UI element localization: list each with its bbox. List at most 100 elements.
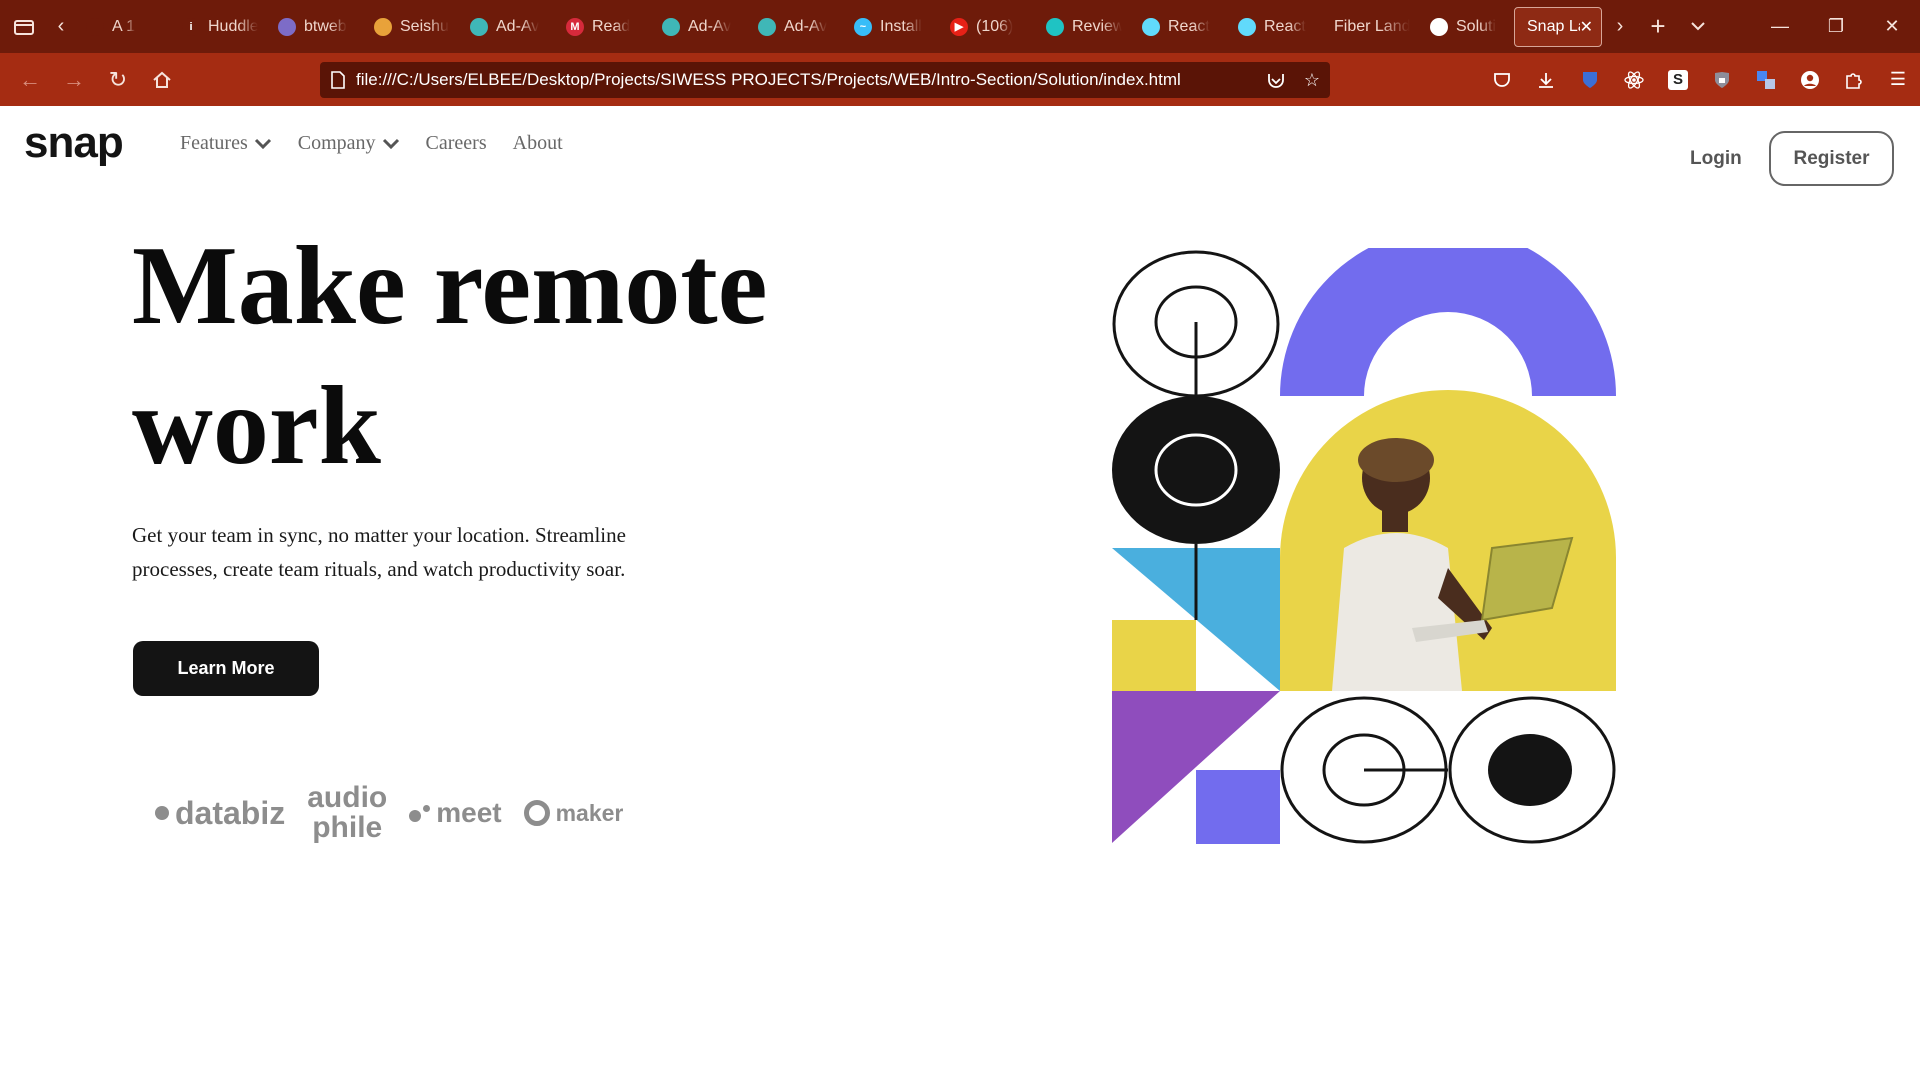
react-devtools-icon[interactable] xyxy=(1612,53,1656,106)
list-all-tabs-icon[interactable] xyxy=(1678,0,1718,53)
snap-logo[interactable]: snap xyxy=(24,118,124,168)
tab-favicon-icon xyxy=(1238,17,1256,36)
hero-illustration xyxy=(1112,248,1616,844)
browser-tab[interactable]: Fiber Land xyxy=(1322,7,1418,47)
tab-favicon-icon xyxy=(1142,17,1160,36)
browser-tab[interactable]: Seishu xyxy=(362,7,458,47)
tab-favicon-icon xyxy=(374,17,392,36)
tab-favicon-icon xyxy=(470,17,488,36)
audiophile-logo-bottom: phile xyxy=(312,811,383,844)
tab-favicon-icon: ▶ xyxy=(950,17,968,36)
nav-careers[interactable]: Careers xyxy=(426,132,487,155)
tabs-scroll-right-icon[interactable]: › xyxy=(1602,0,1638,53)
tab-favicon-icon xyxy=(86,17,104,36)
tab-favicon-icon: M xyxy=(566,17,584,36)
privacy-shield-icon[interactable] xyxy=(1700,53,1744,106)
browser-tab-bar: ‹ A 1 i Huddle btweb Seishu Ad-Av M Read Ad-Av Ad… xyxy=(0,0,1920,53)
downloads-icon[interactable] xyxy=(1524,53,1568,106)
tab-favicon-icon xyxy=(1046,17,1064,36)
bitwarden-shield-icon[interactable] xyxy=(1568,53,1612,106)
browser-tab[interactable]: React xyxy=(1130,7,1226,47)
home-icon[interactable] xyxy=(140,53,184,106)
close-window-icon[interactable]: ✕ xyxy=(1864,0,1920,53)
tab-label: Read xyxy=(592,17,631,35)
maker-logo: maker xyxy=(523,799,624,827)
menu-hamburger-icon[interactable]: ☰ xyxy=(1876,53,1920,106)
chevron-down-icon xyxy=(382,138,399,149)
databiz-logo-text: databiz xyxy=(175,794,286,831)
browser-tab[interactable]: btweb xyxy=(266,7,362,47)
register-button[interactable]: Register xyxy=(1769,131,1894,186)
tab-label: Ad-Av xyxy=(784,17,828,35)
databiz-logo: databiz xyxy=(155,795,285,832)
minimize-icon[interactable]: — xyxy=(1752,0,1808,53)
client-logos: databiz audio phile meet maker xyxy=(155,781,624,844)
tab-label: Seishu xyxy=(400,17,449,35)
translate-icon[interactable] xyxy=(1744,53,1788,106)
reload-icon[interactable]: ↻ xyxy=(96,53,140,106)
tab-label: Review xyxy=(1072,17,1122,35)
close-tab-icon[interactable]: ✕ xyxy=(1580,17,1593,37)
tab-favicon-icon: i xyxy=(182,17,200,36)
browser-tab[interactable]: A 1 xyxy=(74,7,170,47)
nav-company[interactable]: Company xyxy=(298,132,400,155)
nav-company-label: Company xyxy=(297,132,376,154)
browser-tab[interactable]: Soluti xyxy=(1418,7,1514,47)
save-to-pocket-icon[interactable] xyxy=(1258,72,1294,88)
nav-about[interactable]: About xyxy=(513,132,563,155)
url-text[interactable]: file:///C:/Users/ELBEE/Desktop/Projects/… xyxy=(356,70,1258,90)
browser-tab[interactable]: i Huddle xyxy=(170,7,266,47)
tab-overview-icon[interactable] xyxy=(0,0,48,53)
browser-tab[interactable]: ~ Install xyxy=(842,7,938,47)
tab-favicon-icon xyxy=(1430,17,1448,36)
web-page: snap Features Company Careers About Logi… xyxy=(0,106,1920,1080)
tab-label: Ad-Av xyxy=(496,17,540,35)
new-tab-icon[interactable]: + xyxy=(1638,0,1678,53)
browser-tab[interactable]: ▶ (106) xyxy=(938,7,1034,47)
account-icon[interactable] xyxy=(1788,53,1832,106)
page-icon xyxy=(320,71,356,89)
tab-label: btweb xyxy=(304,17,347,35)
maker-logo-text: maker xyxy=(555,799,624,826)
chevron-down-icon xyxy=(254,138,271,149)
tab-favicon-icon xyxy=(278,17,296,36)
login-button[interactable]: Login xyxy=(1690,148,1742,170)
tab-strip: A 1 i Huddle btweb Seishu Ad-Av M Read Ad-Av Ad-A… xyxy=(74,0,1602,53)
browser-tab[interactable]: Ad-Av xyxy=(458,7,554,47)
nav-features[interactable]: Features xyxy=(180,132,272,155)
tab-label: Snap La xyxy=(1527,17,1580,35)
restore-icon[interactable]: ❐ xyxy=(1808,0,1864,53)
stylus-s-icon[interactable]: S xyxy=(1656,53,1700,106)
audiophile-logo: audio phile xyxy=(307,781,388,844)
pocket-icon[interactable] xyxy=(1480,53,1524,106)
audiophile-logo-top: audio xyxy=(307,781,388,814)
tab-favicon-icon xyxy=(758,17,776,36)
address-bar[interactable]: file:///C:/Users/ELBEE/Desktop/Projects/… xyxy=(320,62,1330,98)
tab-label: Soluti xyxy=(1456,17,1497,35)
learn-more-button[interactable]: Learn More xyxy=(133,641,319,696)
hero-text: Get your team in sync, no matter your lo… xyxy=(132,523,626,581)
extensions-puzzle-icon[interactable] xyxy=(1832,53,1876,106)
browser-tab[interactable]: React xyxy=(1226,7,1322,47)
tab-label: React xyxy=(1264,17,1306,35)
browser-tab[interactable]: Ad-Av xyxy=(746,7,842,47)
meet-logo: meet xyxy=(409,797,502,829)
browser-tab[interactable]: Ad-Av xyxy=(650,7,746,47)
forward-icon[interactable]: → xyxy=(52,53,96,106)
tab-active[interactable]: Snap La✕ xyxy=(1514,6,1602,47)
tab-label: Ad-Av xyxy=(688,17,732,35)
back-icon[interactable]: ← xyxy=(8,53,52,106)
browser-tab[interactable]: M Read xyxy=(554,7,650,47)
tab-label: Fiber Land xyxy=(1334,17,1410,35)
main-nav: Features Company Careers About xyxy=(180,132,563,155)
tab-label: React xyxy=(1168,17,1210,35)
browser-nav-bar: ← → ↻ file:///C:/Users/ELBEE/Desktop/Pro… xyxy=(0,53,1920,106)
browser-tab[interactable]: Review xyxy=(1034,7,1130,47)
tab-favicon-icon: ~ xyxy=(854,17,872,36)
tab-label: A 1 xyxy=(112,17,136,35)
tabs-scroll-left-icon[interactable]: ‹ xyxy=(48,0,74,53)
nav-features-label: Features xyxy=(180,132,248,154)
tab-favicon-icon xyxy=(662,17,680,36)
hero-title: Make remote work xyxy=(132,224,768,488)
bookmark-star-icon[interactable]: ☆ xyxy=(1294,70,1330,91)
